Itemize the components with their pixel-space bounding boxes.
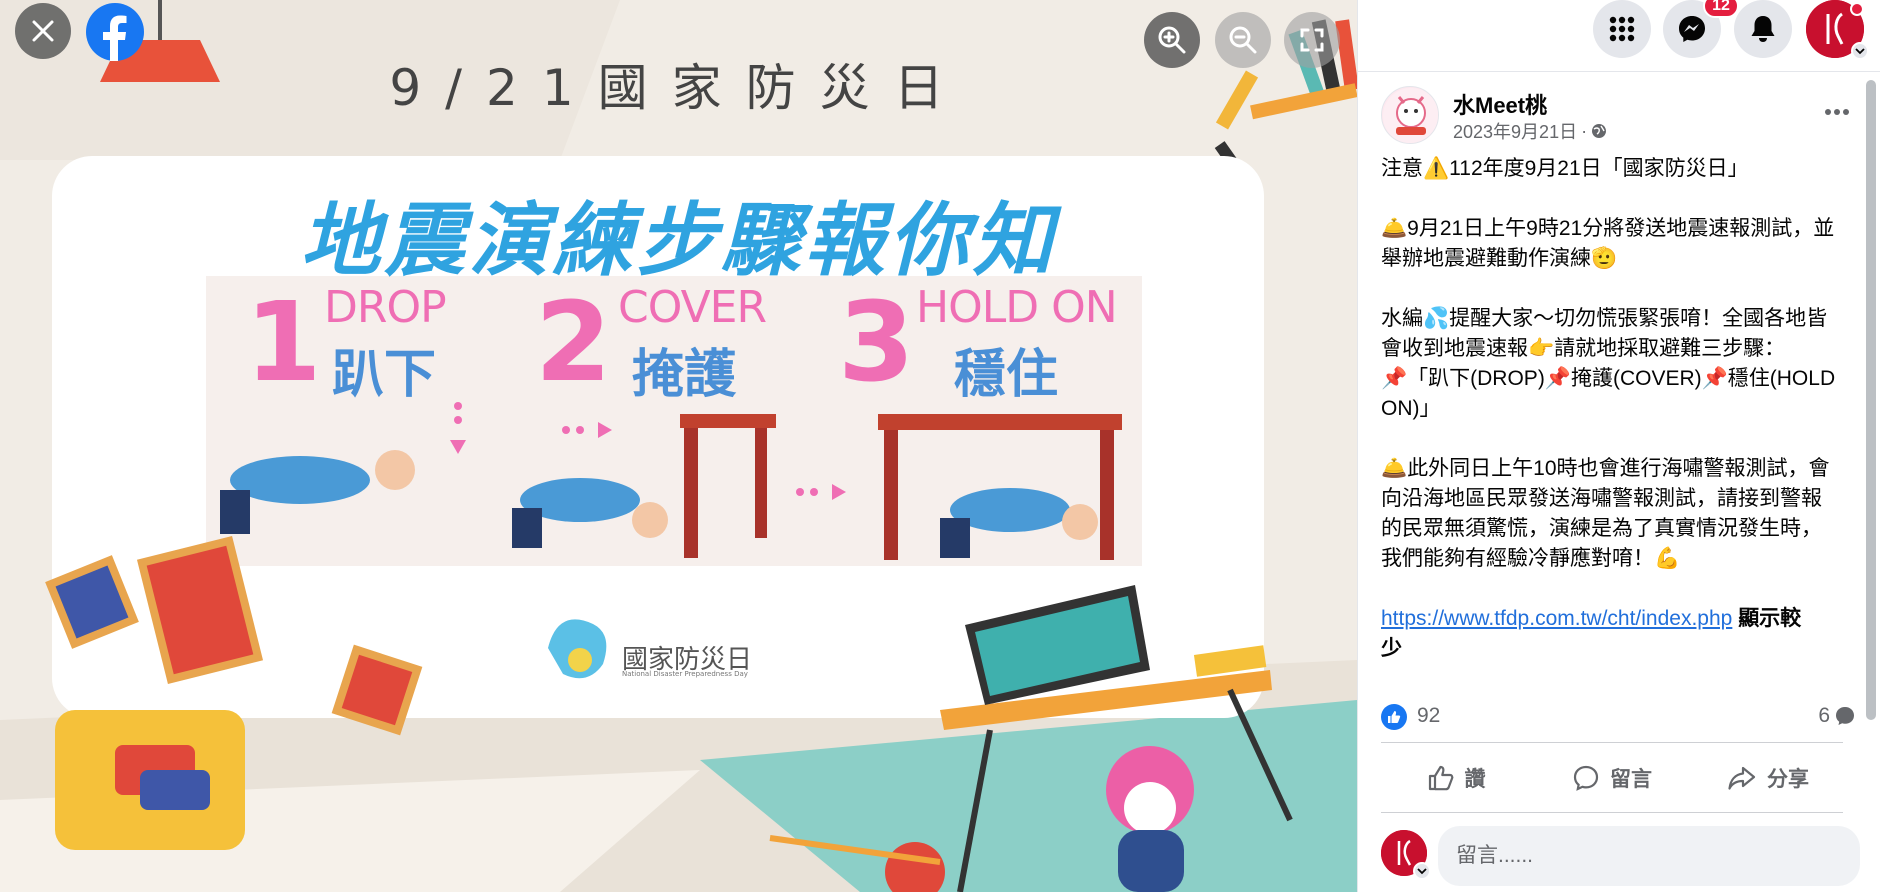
post-body: 注意⚠️112年度9月21日「國家防災日」 🛎️9月21日上午9時21分將發送地… xyxy=(1381,154,1856,694)
post-paragraph-3: 水編💦提醒大家～切勿慌張緊張唷！全國各地皆 會收到地震速報👉請就地採取避難三步驟… xyxy=(1381,304,1856,424)
post-text-line: 🛎️9月21日上午9時21分將發送地震速報測試，並 xyxy=(1381,217,1835,240)
post-text-line: 向沿海地區民眾發送海嘯警報測試，請接到警報 xyxy=(1381,487,1822,510)
fullscreen-button[interactable] xyxy=(1284,12,1340,68)
show-less-button[interactable]: 顯示較 xyxy=(1738,607,1801,630)
top-navigation: 12 xyxy=(1358,0,1880,72)
comment-button-label: 留言 xyxy=(1610,768,1652,791)
menu-grid-icon xyxy=(1609,16,1635,42)
poster-main-title: 地震演練步驟報你知 xyxy=(300,194,1057,287)
post-panel: 12 水Meet桃 2023年9月21日 · 注意⚠️112年度9月21日「國家… xyxy=(1357,0,1880,892)
post-text-line: ON)」 xyxy=(1381,397,1441,420)
post-actions: 讚 留言 分享 xyxy=(1381,752,1843,804)
page-avatar-image xyxy=(1383,88,1438,143)
step-3-number: 3 xyxy=(838,278,915,406)
post-date[interactable]: 2023年9月21日 xyxy=(1453,118,1577,144)
account-menu-chevron[interactable] xyxy=(1851,42,1869,60)
comment-input[interactable] xyxy=(1438,826,1860,886)
post-text-line: 會收到地震速報👉請就地採取避難三步驟： xyxy=(1381,337,1786,360)
divider-bottom xyxy=(1381,812,1843,813)
photo-viewer: 9/21國家防災日 地震演練步驟報你知 1 DROP 趴下 2 COVER 掩護… xyxy=(0,0,1357,892)
divider-top xyxy=(1381,742,1843,743)
notification-badge: 12 xyxy=(1703,0,1739,18)
comment-button[interactable]: 留言 xyxy=(1537,752,1687,804)
globe-icon xyxy=(1592,124,1607,138)
avatar-status-dot xyxy=(1850,2,1864,16)
page-name[interactable]: 水Meet桃 xyxy=(1453,88,1547,120)
bell-icon xyxy=(1751,16,1775,42)
like-button[interactable]: 讚 xyxy=(1381,752,1531,804)
chevron-down-icon xyxy=(1417,868,1427,875)
like-count[interactable]: 92 xyxy=(1417,704,1440,728)
more-options-icon xyxy=(1825,109,1849,115)
comment-composer xyxy=(1381,826,1861,886)
comment-outline-icon xyxy=(1573,765,1599,791)
like-button-label: 讚 xyxy=(1464,768,1486,791)
step-2-chinese: 掩護 xyxy=(632,345,737,405)
post-header: 水Meet桃 2023年9月21日 · xyxy=(1381,86,1851,146)
step-2-english: COVER xyxy=(618,282,767,333)
meta-separator: · xyxy=(1581,120,1588,141)
post-text-line: 我們能夠有經驗冷靜應對唷！💪 xyxy=(1381,547,1681,570)
messenger-icon xyxy=(1679,16,1705,42)
poster-illustration xyxy=(0,0,1357,892)
zoom-out-icon xyxy=(1229,26,1257,54)
menu-button[interactable] xyxy=(1593,0,1651,58)
thumbs-up-outline-icon xyxy=(1428,765,1453,791)
comment-as-chevron[interactable] xyxy=(1413,862,1431,880)
notifications-button[interactable] xyxy=(1734,0,1792,58)
post-text-line: 📌「趴下(DROP)📌掩護(COVER)📌穩住(HOLD xyxy=(1381,367,1836,390)
step-1-english: DROP xyxy=(324,282,447,333)
comment-count[interactable]: 6 xyxy=(1818,704,1856,728)
comment-bubble-icon xyxy=(1836,707,1854,725)
share-arrow-icon xyxy=(1728,766,1756,790)
step-3-chinese: 穩住 xyxy=(954,345,1059,405)
fullscreen-icon xyxy=(1300,28,1324,52)
post-paragraph-2: 🛎️9月21日上午9時21分將發送地震速報測試，並 舉辦地震避難動作演練🫡 xyxy=(1381,214,1856,274)
page-avatar[interactable] xyxy=(1381,86,1439,144)
reactions-bar: 92 6 xyxy=(1381,702,1856,732)
facebook-logo-icon xyxy=(103,15,127,61)
step-3-english: HOLD ON xyxy=(916,282,1118,333)
post-meta: 2023年9月21日 · xyxy=(1453,118,1607,144)
post-text-line: 🛎️此外同日上午10時也會進行海嘯警報測試，會 xyxy=(1381,457,1830,480)
post-text-line: 舉辦地震避難動作演練🫡 xyxy=(1381,247,1618,270)
step-1-number: 1 xyxy=(245,278,322,406)
chevron-down-icon xyxy=(1855,48,1865,55)
step-2-number: 2 xyxy=(535,278,612,406)
share-button-label: 分享 xyxy=(1767,768,1809,791)
close-icon xyxy=(32,20,54,42)
external-link[interactable]: https://www.tfdp.com.tw/cht/index.php xyxy=(1381,607,1732,630)
step-1-chinese: 趴下 xyxy=(332,345,437,405)
share-button[interactable]: 分享 xyxy=(1693,752,1843,804)
post-text-line: 的民眾無須驚慌，演練是為了真實情況發生時， xyxy=(1381,517,1822,540)
more-options-button[interactable] xyxy=(1817,92,1857,132)
facebook-home-link[interactable] xyxy=(86,3,144,61)
zoom-out-button[interactable] xyxy=(1215,12,1271,68)
zoom-in-icon xyxy=(1158,26,1186,54)
close-button[interactable] xyxy=(15,3,71,59)
post-paragraph-5: https://www.tfdp.com.tw/cht/index.php 顯示… xyxy=(1381,604,1856,664)
post-text-line: 水編💦提醒大家～切勿慌張緊張唷！全國各地皆 xyxy=(1381,307,1828,330)
like-reaction-icon[interactable] xyxy=(1381,704,1407,730)
poster-logo-subtext: National Disaster Preparedness Day xyxy=(622,670,748,678)
zoom-in-button[interactable] xyxy=(1144,12,1200,68)
post-paragraph-4: 🛎️此外同日上午10時也會進行海嘯警報測試，會 向沿海地區民眾發送海嘯警報測試，… xyxy=(1381,454,1856,574)
comment-count-value: 6 xyxy=(1818,704,1830,727)
show-less-button-continued[interactable]: 少 xyxy=(1381,634,1856,664)
thumbs-up-icon xyxy=(1388,711,1401,723)
post-text-line: 注意⚠️112年度9月21日「國家防災日」 xyxy=(1381,157,1749,180)
post-paragraph-1: 注意⚠️112年度9月21日「國家防災日」 xyxy=(1381,154,1856,184)
scrollbar[interactable] xyxy=(1866,80,1876,720)
